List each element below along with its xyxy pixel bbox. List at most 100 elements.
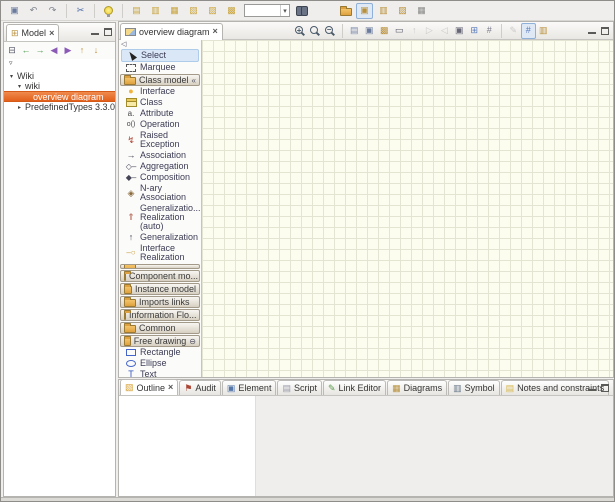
palette-item-operation[interactable]: o()Operation [119,119,201,130]
minimize-icon[interactable] [91,28,99,36]
show-parent-button[interactable]: ↑ [407,23,422,39]
open-folder-button[interactable] [337,3,354,19]
tree-item-wiki[interactable]: ▾Wiki [4,71,115,81]
minimize-icon[interactable] [588,384,596,392]
next-element-button[interactable]: ▶ [61,43,75,59]
palette-item-interface[interactable]: ●Interface [119,86,201,97]
save-button[interactable]: ▣ [6,3,23,19]
search-button[interactable] [294,3,311,19]
maximize-icon[interactable] [104,28,112,36]
palette-item-rectangle[interactable]: Rectangle [119,347,201,358]
palette-item-marquee[interactable]: Marquee [119,62,201,73]
scissors-button[interactable]: ✂ [72,3,89,19]
expand-arrow-icon[interactable]: ▾ [16,83,23,90]
view-menu-icon[interactable]: ▿ [4,59,115,69]
drawer-pin-icon[interactable]: ⊖ [189,337,196,346]
lightbulb-button[interactable] [100,3,117,19]
zoom-in-button[interactable] [293,23,308,39]
palette-item-aggregation[interactable]: ◇–Aggregation [119,161,201,172]
new-element-button-2[interactable]: ▥ [147,3,164,19]
palette-item-class[interactable]: Class [119,97,201,108]
new-element-button-6[interactable]: ▩ [223,3,240,19]
palette-item-raised-exception[interactable]: ↯Raised Exception [119,130,201,150]
undo-button[interactable]: ↶ [25,3,42,19]
expand-arrow-icon[interactable]: ▸ [16,104,23,111]
move-up-icon: ↑ [80,46,85,55]
palette-item-attribute[interactable]: a.Attribute [119,108,201,119]
maximize-icon[interactable] [601,27,609,35]
palette-item-interface-realization[interactable]: –○Interface Realization [119,243,201,263]
tab-symbol[interactable]: ▥Symbol [448,380,500,395]
minimize-icon[interactable] [588,27,596,35]
tab-element[interactable]: ▣Element [222,380,277,395]
quick-search-combo[interactable]: ▾ [244,4,290,17]
move-down-button[interactable]: ↓ [89,43,103,59]
tab-diagrams[interactable]: ▦Diagrams [387,380,447,395]
align-frame-button[interactable]: ▣ [452,23,467,39]
palette-item-generalizatio-realization-auto[interactable]: ⇑Generalizatio... Realization (auto) [119,203,201,232]
tab-outline[interactable]: ▧Outline× [120,379,178,395]
tab-overview-diagram[interactable]: overview diagram × [120,23,223,40]
navigate-back-button[interactable]: ← [19,43,33,59]
palette-item-generalization[interactable]: ↑Generalization [119,232,201,243]
link-with-editor-button[interactable]: ▣ [356,3,373,19]
palette-item-select[interactable]: Select [121,49,199,62]
close-icon[interactable]: × [213,27,218,36]
zoom-original-button[interactable] [308,23,323,39]
tab-link-editor[interactable]: ✎Link Editor [323,380,386,395]
drawer-pin-icon[interactable]: « [192,76,196,85]
palette-drawer-clipped[interactable] [120,264,200,269]
palette-drawer-instance-model[interactable]: Instance model [120,283,200,295]
expand-arrow-icon[interactable]: ▾ [8,73,15,80]
palette-drawer-component-mo[interactable]: Component mo... [120,270,200,282]
selection-frame-button[interactable]: ▭ [392,23,407,39]
page-layout-button[interactable]: ⊞ [467,23,482,39]
palette-item-text[interactable]: TText [119,369,201,377]
tree-item-overview-diagram[interactable]: overview diagram [4,91,115,102]
move-up-button[interactable]: ↑ [75,43,89,59]
table-view-button[interactable]: ▦ [413,3,430,19]
previous-element-button[interactable]: ◀ [47,43,61,59]
outline-thumbnail-area[interactable] [119,396,256,496]
close-icon[interactable]: × [49,29,54,38]
edit-pencil-button[interactable]: ✎ [506,23,521,39]
close-icon[interactable]: × [168,383,173,392]
print-button[interactable]: ▤ [347,23,362,39]
zoom-out-button[interactable] [323,23,338,39]
palette-drawer-imports-links[interactable]: Imports links [120,296,200,308]
new-element-button-5[interactable]: ▨ [204,3,221,19]
search-model-button[interactable]: ▥ [375,3,392,19]
collapse-palette-icon[interactable]: ◁ [119,41,201,49]
chevron-down-icon[interactable]: ▾ [280,5,289,16]
tree-item-predefinedtypes-3-3-00[interactable]: ▸PredefinedTypes 3.3.00 [4,102,115,112]
palette-item-n-ary-association[interactable]: ◈N-ary Association [119,183,201,203]
palette-drawer-free-drawing[interactable]: Free drawing⊖ [120,335,200,347]
tab-audit[interactable]: ⚑Audit [179,380,221,395]
palette-item-ellipse[interactable]: Ellipse [119,358,201,369]
new-element-button-3[interactable]: ▦ [166,3,183,19]
new-element-button-4[interactable]: ▧ [185,3,202,19]
next-element-icon: ▶ [65,46,72,55]
save-image-button[interactable]: ▣ [362,23,377,39]
palette-item-composition[interactable]: ◆–Composition [119,172,201,183]
palette-item-association[interactable]: →Association [119,150,201,161]
new-element-button-1[interactable]: ▤ [128,3,145,19]
export-image-button[interactable]: ▩ [377,23,392,39]
maximize-icon[interactable] [601,384,609,392]
snap-to-grid-button[interactable]: # [521,23,536,39]
mask-button[interactable]: ▷ [422,23,437,39]
palette-drawer-information-flo[interactable]: Information Flo... [120,309,200,321]
tab-model[interactable]: ⊞ Model × [6,24,59,41]
show-grid-button[interactable]: # [482,23,497,39]
redo-button[interactable]: ↷ [44,3,61,19]
unmask-button[interactable]: ◁ [437,23,452,39]
palette-drawer-class-model[interactable]: Class model« [120,74,200,86]
refresh-model-button[interactable]: ▨ [394,3,411,19]
tab-script[interactable]: ▤Script [277,380,322,395]
navigate-forward-button[interactable]: → [33,43,47,59]
diagram-canvas[interactable] [202,40,613,377]
collapse-all-button[interactable]: ⊟ [5,43,19,59]
page-columns-button[interactable]: ▥ [536,23,551,39]
tree-item-wiki[interactable]: ▾wiki [4,81,115,91]
palette-drawer-common[interactable]: Common [120,322,200,334]
